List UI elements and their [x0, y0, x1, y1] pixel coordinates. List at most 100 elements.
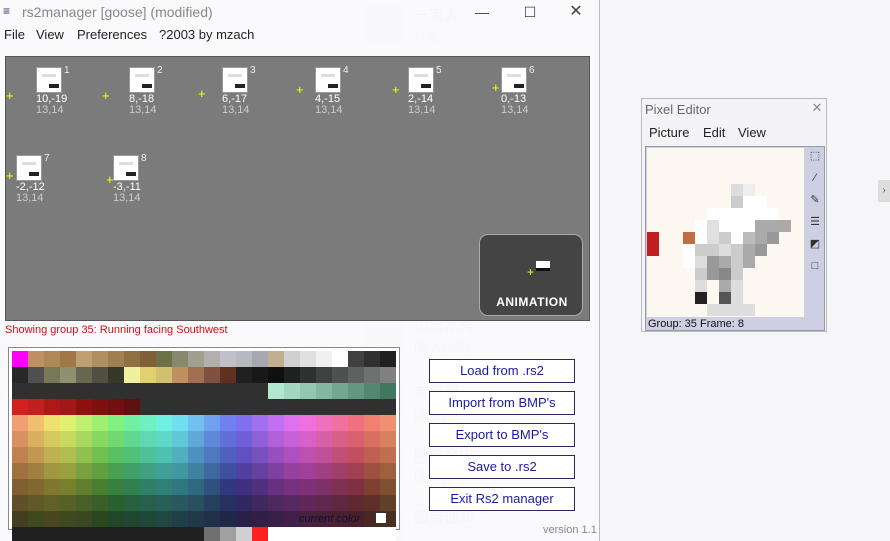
palette-swatch[interactable]: [236, 399, 252, 415]
palette-swatch[interactable]: [172, 511, 188, 527]
palette-swatch[interactable]: [252, 399, 268, 415]
palette-swatch[interactable]: [332, 383, 348, 399]
canvas-pixel[interactable]: [731, 232, 743, 244]
palette-swatch[interactable]: [300, 431, 316, 447]
palette-swatch[interactable]: [364, 479, 380, 495]
canvas-pixel[interactable]: [743, 208, 755, 220]
palette-swatch[interactable]: [156, 351, 172, 367]
palette-swatch[interactable]: [284, 351, 300, 367]
palette-swatch[interactable]: [28, 511, 44, 527]
palette-swatch[interactable]: [140, 383, 156, 399]
palette-swatch[interactable]: [28, 479, 44, 495]
palette-swatch[interactable]: [220, 415, 236, 431]
palette-swatch[interactable]: [124, 447, 140, 463]
palette-swatch[interactable]: [60, 367, 76, 383]
palette-swatch[interactable]: [236, 431, 252, 447]
palette-swatch[interactable]: [364, 415, 380, 431]
palette-swatch[interactable]: [380, 399, 396, 415]
palette-swatch[interactable]: [124, 527, 140, 541]
title-bar[interactable]: ≡ rs2manager [goose] (modified) — ☐ ✕: [0, 0, 600, 24]
palette-swatch[interactable]: [60, 495, 76, 511]
palette-swatch[interactable]: [348, 447, 364, 463]
canvas-pixel[interactable]: [719, 280, 731, 292]
palette-swatch[interactable]: [332, 495, 348, 511]
palette-swatch[interactable]: [268, 431, 284, 447]
palette-swatch[interactable]: [220, 399, 236, 415]
palette-swatch[interactable]: [188, 463, 204, 479]
canvas-pixel[interactable]: [743, 232, 755, 244]
palette-swatch[interactable]: [348, 383, 364, 399]
palette-swatch[interactable]: [156, 495, 172, 511]
palette-swatch[interactable]: [268, 367, 284, 383]
palette-swatch[interactable]: [220, 351, 236, 367]
palette-swatch[interactable]: [108, 527, 124, 541]
palette-swatch[interactable]: [268, 495, 284, 511]
palette-swatch[interactable]: [124, 415, 140, 431]
menu-file[interactable]: File: [4, 27, 25, 42]
palette-swatch[interactable]: [220, 431, 236, 447]
palette-swatch[interactable]: [12, 399, 28, 415]
palette-swatch[interactable]: [188, 495, 204, 511]
palette-swatch[interactable]: [124, 383, 140, 399]
palette-swatch[interactable]: [140, 447, 156, 463]
palette-swatch[interactable]: [156, 431, 172, 447]
palette-swatch[interactable]: [332, 415, 348, 431]
palette-swatch[interactable]: [44, 447, 60, 463]
palette-swatch[interactable]: [252, 383, 268, 399]
palette-swatch[interactable]: [124, 463, 140, 479]
palette-swatch[interactable]: [380, 463, 396, 479]
palette-swatch[interactable]: [188, 479, 204, 495]
canvas-pixel[interactable]: [719, 208, 731, 220]
palette-swatch[interactable]: [172, 431, 188, 447]
canvas-pixel[interactable]: [731, 196, 743, 208]
frame-thumbnail[interactable]: 1 10,-19 13,14: [16, 63, 86, 123]
palette-swatch[interactable]: [268, 351, 284, 367]
palette-swatch[interactable]: [172, 495, 188, 511]
palette-swatch[interactable]: [252, 527, 268, 541]
palette-swatch[interactable]: [156, 479, 172, 495]
palette-swatch[interactable]: [60, 511, 76, 527]
canvas-pixel[interactable]: [743, 220, 755, 232]
palette-swatch[interactable]: [172, 351, 188, 367]
palette-swatch[interactable]: [252, 463, 268, 479]
palette-swatch[interactable]: [204, 383, 220, 399]
palette-swatch[interactable]: [44, 527, 60, 541]
palette-swatch[interactable]: [236, 463, 252, 479]
palette-swatch[interactable]: [236, 351, 252, 367]
palette-swatch[interactable]: [364, 463, 380, 479]
text-icon[interactable]: ☰: [808, 215, 822, 229]
palette-swatch[interactable]: [76, 479, 92, 495]
palette-swatch[interactable]: [204, 511, 220, 527]
canvas-pixel[interactable]: [779, 220, 791, 232]
palette-swatch[interactable]: [76, 383, 92, 399]
palette-swatch[interactable]: [268, 383, 284, 399]
palette-swatch[interactable]: [332, 431, 348, 447]
palette-swatch[interactable]: [348, 527, 364, 541]
palette-swatch[interactable]: [220, 495, 236, 511]
palette-swatch[interactable]: [188, 383, 204, 399]
palette-swatch[interactable]: [268, 447, 284, 463]
palette-swatch[interactable]: [172, 463, 188, 479]
fill-icon[interactable]: ◩: [808, 237, 822, 251]
palette-swatch[interactable]: [380, 351, 396, 367]
palette-swatch[interactable]: [252, 367, 268, 383]
palette-swatch[interactable]: [92, 367, 108, 383]
palette-swatch[interactable]: [28, 383, 44, 399]
palette-swatch[interactable]: [140, 367, 156, 383]
palette-swatch[interactable]: [220, 527, 236, 541]
palette-swatch[interactable]: [108, 511, 124, 527]
canvas-pixel[interactable]: [707, 232, 719, 244]
palette-swatch[interactable]: [316, 527, 332, 541]
palette-swatch[interactable]: [60, 399, 76, 415]
canvas-pixel[interactable]: [707, 304, 719, 316]
canvas-pixel[interactable]: [731, 184, 743, 196]
canvas-pixel[interactable]: [755, 196, 767, 208]
canvas-pixel[interactable]: [755, 208, 767, 220]
palette-swatch[interactable]: [28, 431, 44, 447]
palette-swatch[interactable]: [12, 431, 28, 447]
canvas-pixel[interactable]: [719, 220, 731, 232]
frame-thumbnail[interactable]: 4 4,-15 13,14: [295, 63, 365, 123]
palette-swatch[interactable]: [204, 495, 220, 511]
canvas-pixel[interactable]: [743, 196, 755, 208]
canvas-pixel[interactable]: [767, 220, 779, 232]
